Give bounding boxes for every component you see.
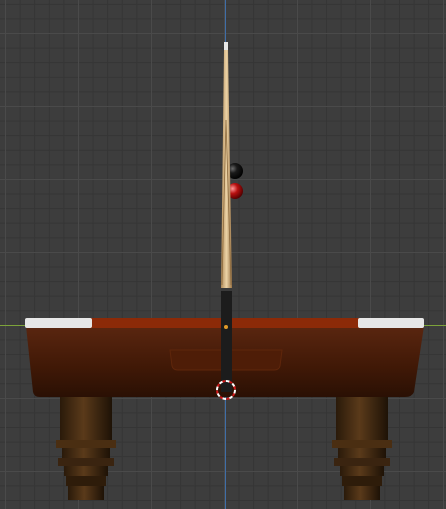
table-leg-left (56, 396, 116, 500)
table-leg-right (332, 396, 392, 500)
3d-viewport[interactable] (0, 0, 446, 509)
scene-render (25, 42, 424, 500)
rail-cap-left (25, 318, 92, 328)
rail-cap-right (358, 318, 424, 328)
cue-stick (221, 42, 232, 392)
